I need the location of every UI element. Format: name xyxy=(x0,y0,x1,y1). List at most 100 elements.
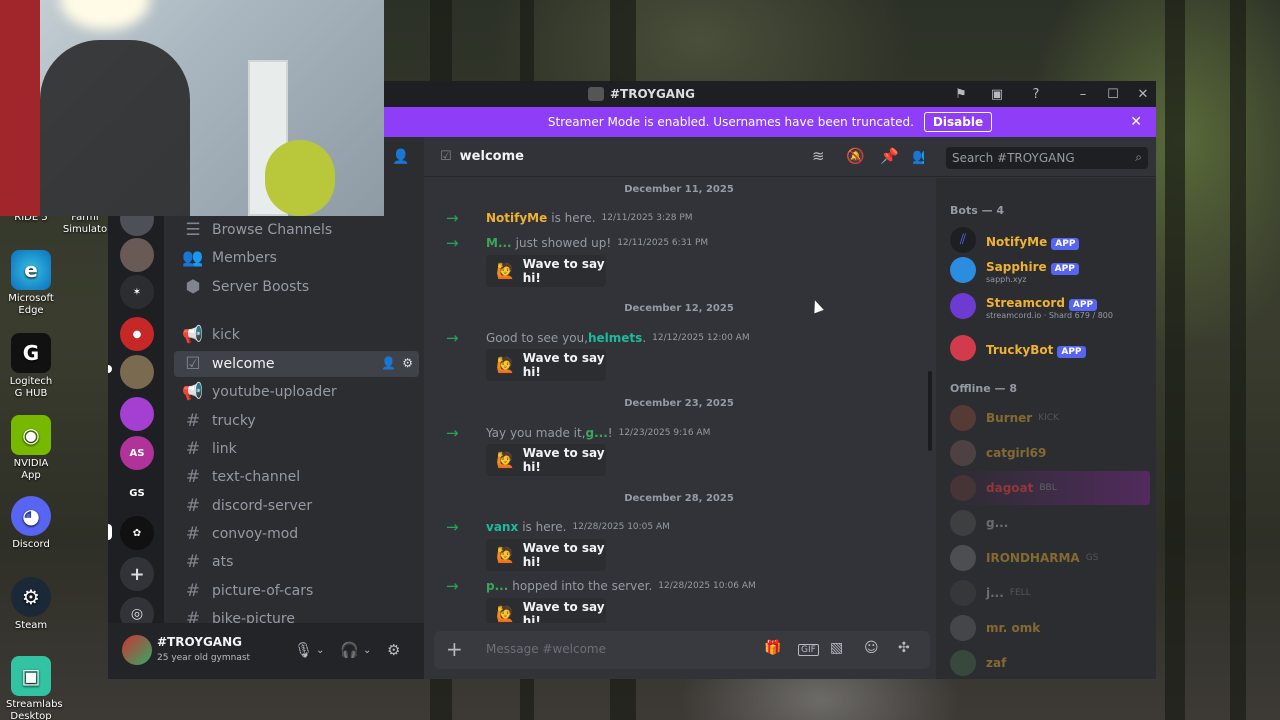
discord-icon: ◕ xyxy=(11,496,51,536)
wave-button[interactable]: 🙋 Wave to say hi! xyxy=(486,444,606,476)
server-icon[interactable] xyxy=(120,238,154,272)
channel-convoy-mod[interactable]: # convoy-mod xyxy=(174,521,419,547)
member-item[interactable]: mr. omk xyxy=(944,611,1150,645)
avatar xyxy=(950,510,976,536)
member-item[interactable]: IRONDHARMA GS xyxy=(944,541,1150,575)
hash-icon: # xyxy=(185,439,201,459)
settings-icon[interactable]: ⚙ xyxy=(402,356,413,370)
wave-button[interactable]: 🙋 Wave to say hi! xyxy=(486,255,606,287)
desktop-icon-steam[interactable]: ⚙ Steam xyxy=(6,577,56,632)
pin-icon[interactable]: 📌 xyxy=(880,147,899,165)
search-icon: ⌕ xyxy=(1135,150,1142,164)
gif-icon[interactable]: GIF xyxy=(798,644,819,656)
add-friend-icon[interactable]: 👤 xyxy=(392,149,409,165)
avatar xyxy=(950,293,976,319)
channel-picture-of-cars[interactable]: # picture-of-cars xyxy=(174,578,419,604)
avatar[interactable] xyxy=(122,635,152,665)
close-banner-icon[interactable]: ✕ xyxy=(1130,114,1142,130)
search-input[interactable]: Search #TROYGANG ⌕ xyxy=(946,147,1148,169)
channel-text-channel[interactable]: # text-channel xyxy=(174,464,419,490)
gift-icon[interactable]: 🎁 xyxy=(764,640,781,656)
server-icon[interactable] xyxy=(120,397,154,431)
member-item[interactable]: ⫽ NotifyMe APP xyxy=(944,223,1150,257)
avatar xyxy=(950,615,976,641)
scrollbar[interactable] xyxy=(928,371,932,451)
channel-kick[interactable]: 📢 kick xyxy=(174,322,419,348)
desktop-icon-streamlabs[interactable]: ▣ Streamlabs Desktop xyxy=(6,656,63,720)
chevron-down-icon[interactable]: ⌄ xyxy=(316,645,324,656)
close-button[interactable]: ✕ xyxy=(1134,85,1152,103)
member-item[interactable]: Burner KICK xyxy=(944,401,1150,435)
server-icon[interactable]: ✶ xyxy=(120,275,154,309)
mute-icon[interactable]: 🔕 xyxy=(846,147,865,165)
avatar xyxy=(950,257,976,283)
apps-icon[interactable]: ✣ xyxy=(898,640,910,656)
threads-icon[interactable]: ≋ xyxy=(812,147,825,165)
rules-icon: ☑ xyxy=(440,149,452,164)
flag-icon[interactable]: ⚑ xyxy=(952,85,970,103)
server-icon[interactable]: GS xyxy=(120,476,154,510)
add-attachment-icon[interactable]: + xyxy=(446,637,463,661)
avatar xyxy=(950,405,976,431)
server-boosts-link[interactable]: ⬢ Server Boosts xyxy=(174,274,419,300)
desktop-icon-logitech[interactable]: G Logitech G HUB xyxy=(6,333,56,400)
wave-button[interactable]: 🙋 Wave to say hi! xyxy=(486,349,606,381)
member-item[interactable]: catgirl69 xyxy=(944,436,1150,470)
user-settings-icon[interactable]: ⚙ xyxy=(387,641,400,659)
inbox-icon[interactable]: ▣ xyxy=(988,85,1006,103)
date-divider: December 28, 2025 xyxy=(444,493,914,509)
channel-welcome[interactable]: ☑ welcome 👤 ⚙ xyxy=(174,351,419,377)
member-item[interactable]: Streamcord APP streamcord.io · Shard 679 /… xyxy=(944,289,1150,323)
wave-button[interactable]: 🙋 Wave to say hi! xyxy=(486,598,606,623)
headphones-icon[interactable]: 🎧 xyxy=(340,641,359,659)
message-input[interactable]: + Message #welcome 🎁 GIF ▧ ☺ ✣ xyxy=(434,631,930,669)
microphone-icon[interactable]: 🎙 xyxy=(294,641,313,659)
server-icon[interactable]: AS xyxy=(120,436,154,470)
date-divider: December 11, 2025 xyxy=(444,184,914,200)
sticker-icon[interactable]: ▧ xyxy=(830,640,843,656)
avatar: ⫽ xyxy=(950,227,976,253)
minimize-button[interactable]: – xyxy=(1074,85,1092,103)
server-icon[interactable] xyxy=(120,355,154,389)
hash-icon: # xyxy=(185,581,201,601)
channel-youtube-uploader[interactable]: 📢 youtube-uploader xyxy=(174,379,419,405)
channel-discord-server[interactable]: # discord-server xyxy=(174,493,419,519)
member-item[interactable]: Sapphire APP sapph.xyz xyxy=(944,253,1150,287)
hash-icon: # xyxy=(185,552,201,572)
join-message: → vanx is here. 12/28/2025 10:05 AM xyxy=(446,518,670,536)
browse-channels[interactable]: ☰ Browse Channels xyxy=(174,217,419,243)
bots-header: Bots — 4 xyxy=(950,204,1005,217)
disable-button[interactable]: Disable xyxy=(923,112,993,132)
maximize-button[interactable]: ☐ xyxy=(1104,85,1122,103)
members-link[interactable]: 👥 Members xyxy=(174,245,419,271)
channel-trucky[interactable]: # trucky xyxy=(174,408,419,434)
chevron-down-icon[interactable]: ⌄ xyxy=(363,645,371,656)
message-list: December 11, 2025 → NotifyMe is here. 12/1… xyxy=(424,178,936,623)
hash-icon: # xyxy=(185,411,201,431)
invite-icon[interactable]: 👤 xyxy=(381,356,396,370)
channel-link[interactable]: # link xyxy=(174,436,419,462)
help-icon[interactable]: ? xyxy=(1027,85,1045,103)
member-item[interactable]: zaf xyxy=(944,646,1150,679)
add-server-button[interactable]: + xyxy=(120,557,154,591)
desktop-icon-edge[interactable]: e Microsoft Edge xyxy=(6,250,56,317)
join-arrow-icon: → xyxy=(446,329,459,347)
streamlabs-icon: ▣ xyxy=(11,656,51,696)
wave-button[interactable]: 🙋 Wave to say hi! xyxy=(486,539,606,571)
wave-sticker-icon: 🙋 xyxy=(496,451,515,469)
member-item[interactable]: j... FELL xyxy=(944,576,1150,610)
user-status: 25 year old gymnast xyxy=(157,653,251,663)
server-icon[interactable]: ● xyxy=(120,317,154,351)
server-icon[interactable]: ✿ xyxy=(120,516,154,550)
join-arrow-icon: → xyxy=(446,424,459,442)
desktop-icon-nvidia[interactable]: ◉ NVIDIA App xyxy=(6,415,56,482)
announcement-icon: 📢 xyxy=(182,325,204,345)
member-item[interactable]: TruckyBot APP xyxy=(944,331,1150,365)
browse-icon: ☰ xyxy=(185,220,201,240)
emoji-icon[interactable]: ☺ xyxy=(864,640,879,656)
join-message: → Good to see you, helmets. 12/12/2025 12:… xyxy=(446,329,750,347)
desktop-icon-discord[interactable]: ◕ Discord xyxy=(6,496,56,551)
member-item[interactable]: g... xyxy=(944,506,1150,540)
channel-ats[interactable]: # ats xyxy=(174,549,419,575)
member-item[interactable]: dagoat BBL xyxy=(944,471,1150,505)
